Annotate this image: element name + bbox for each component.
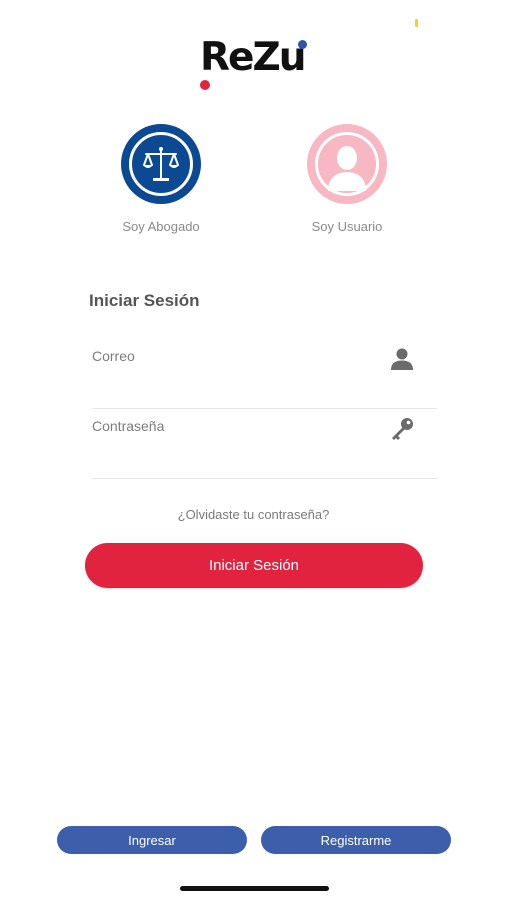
login-title: Iniciar Sesión xyxy=(89,291,200,310)
forgot-password-link[interactable]: ¿Olvidaste tu contraseña? xyxy=(0,507,507,522)
password-input[interactable] xyxy=(92,418,372,434)
email-input[interactable] xyxy=(92,348,372,364)
email-field-container xyxy=(92,338,437,409)
role-label-user: Soy Usuario xyxy=(311,219,383,234)
person-silhouette-icon xyxy=(307,124,387,204)
password-field-container xyxy=(92,408,437,479)
scales-of-justice-icon xyxy=(121,124,201,204)
status-indicator xyxy=(415,19,418,27)
user-icon xyxy=(391,348,413,370)
role-option-lawyer[interactable]: Soy Abogado xyxy=(81,124,241,234)
ingresar-button[interactable]: Ingresar xyxy=(57,826,247,854)
rezu-logo: ReZu xyxy=(198,35,313,92)
login-button[interactable]: Iniciar Sesión xyxy=(85,543,423,588)
register-button[interactable]: Registrarme xyxy=(261,826,451,854)
logo-blue-dot xyxy=(298,40,307,49)
home-indicator xyxy=(180,886,329,891)
role-label-lawyer: Soy Abogado xyxy=(122,219,200,234)
role-option-user[interactable]: Soy Usuario xyxy=(267,124,427,234)
key-icon xyxy=(392,418,413,440)
logo-red-dot xyxy=(200,80,210,90)
logo-text: ReZu xyxy=(200,35,307,80)
